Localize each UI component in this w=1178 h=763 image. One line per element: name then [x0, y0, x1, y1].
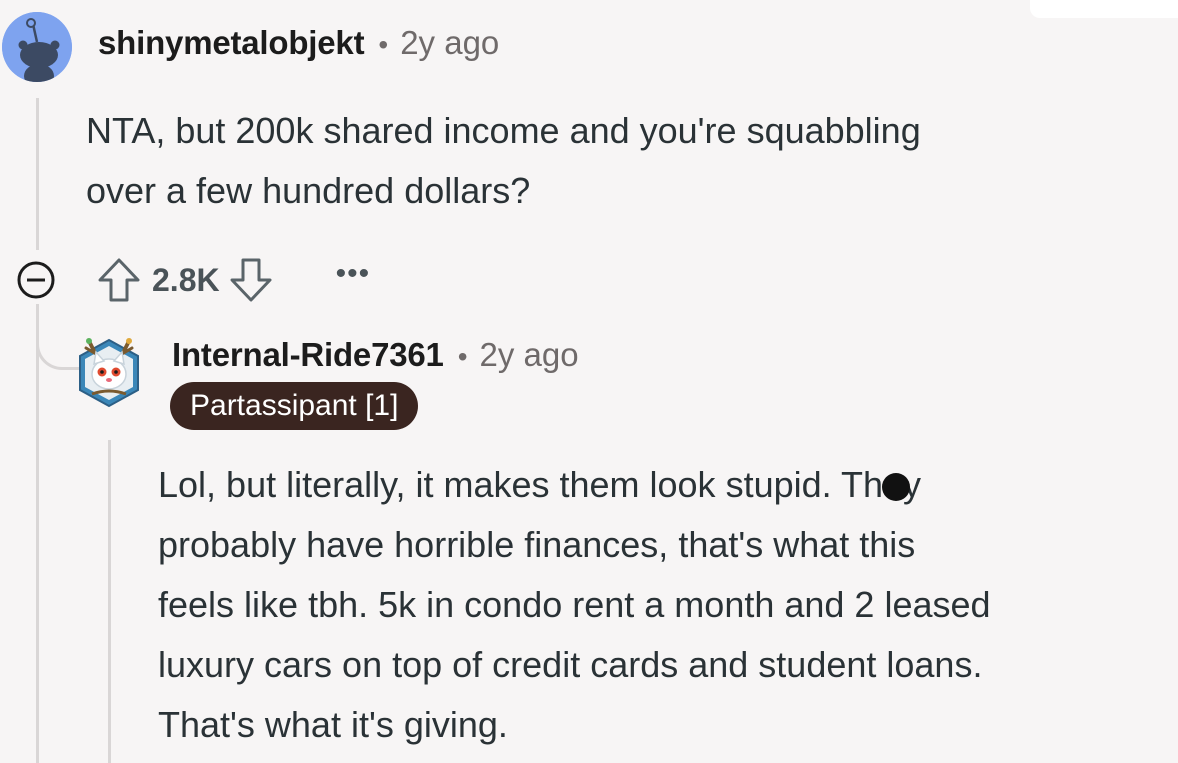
reply-body-line: That's what it's giving.	[158, 704, 508, 745]
comment-body-line: NTA, but 200k shared income and you're s…	[86, 110, 921, 151]
collapse-button[interactable]	[14, 258, 58, 302]
reply-username[interactable]: Internal-Ride7361	[172, 336, 444, 374]
reply-body-line: luxury cars on top of credit cards and s…	[158, 644, 983, 685]
comment-header: shinymetalobjekt • 2y ago	[98, 24, 499, 62]
comment-action-bar: 2.8K •••	[14, 256, 370, 304]
reply-thread-line[interactable]	[108, 440, 111, 763]
reply-body-line: Lol, but literally, it makes them look s…	[158, 464, 922, 505]
collapse-minus-icon	[17, 261, 55, 299]
background-card	[1030, 0, 1178, 18]
redaction-mark	[882, 473, 910, 501]
separator-dot: •	[457, 341, 468, 372]
thread-line[interactable]	[36, 98, 39, 250]
thread-line[interactable]	[36, 304, 39, 763]
more-options-icon[interactable]: •••	[336, 259, 371, 296]
comment-body: NTA, but 200k shared income and you're s…	[86, 101, 1146, 221]
upvote-button[interactable]	[96, 256, 142, 304]
comment-timestamp: 2y ago	[400, 24, 500, 61]
reply-header: Internal-Ride7361 • 2y ago	[172, 336, 579, 374]
upvote-icon	[98, 258, 140, 302]
cat-avatar-icon[interactable]	[76, 336, 142, 410]
separator-dot: •	[378, 29, 389, 60]
reply-body: Lol, but literally, it makes them look s…	[158, 455, 1173, 755]
vote-score: 2.8K	[152, 261, 220, 298]
user-flair-badge: Partassipant [1]	[170, 382, 419, 430]
reply-body-line: feels like tbh. 5k in condo rent a month…	[158, 584, 991, 625]
snoo-avatar-icon[interactable]	[2, 12, 72, 82]
downvote-button[interactable]	[228, 256, 274, 304]
reply-body-line: probably have horrible finances, that's …	[158, 524, 916, 565]
comment-username[interactable]: shinymetalobjekt	[98, 24, 365, 62]
comment-body-line: over a few hundred dollars?	[86, 170, 531, 211]
comment-thread: shinymetalobjekt • 2y ago NTA, but 200k …	[0, 0, 1178, 763]
reply-timestamp: 2y ago	[479, 336, 579, 373]
downvote-icon	[230, 258, 272, 302]
